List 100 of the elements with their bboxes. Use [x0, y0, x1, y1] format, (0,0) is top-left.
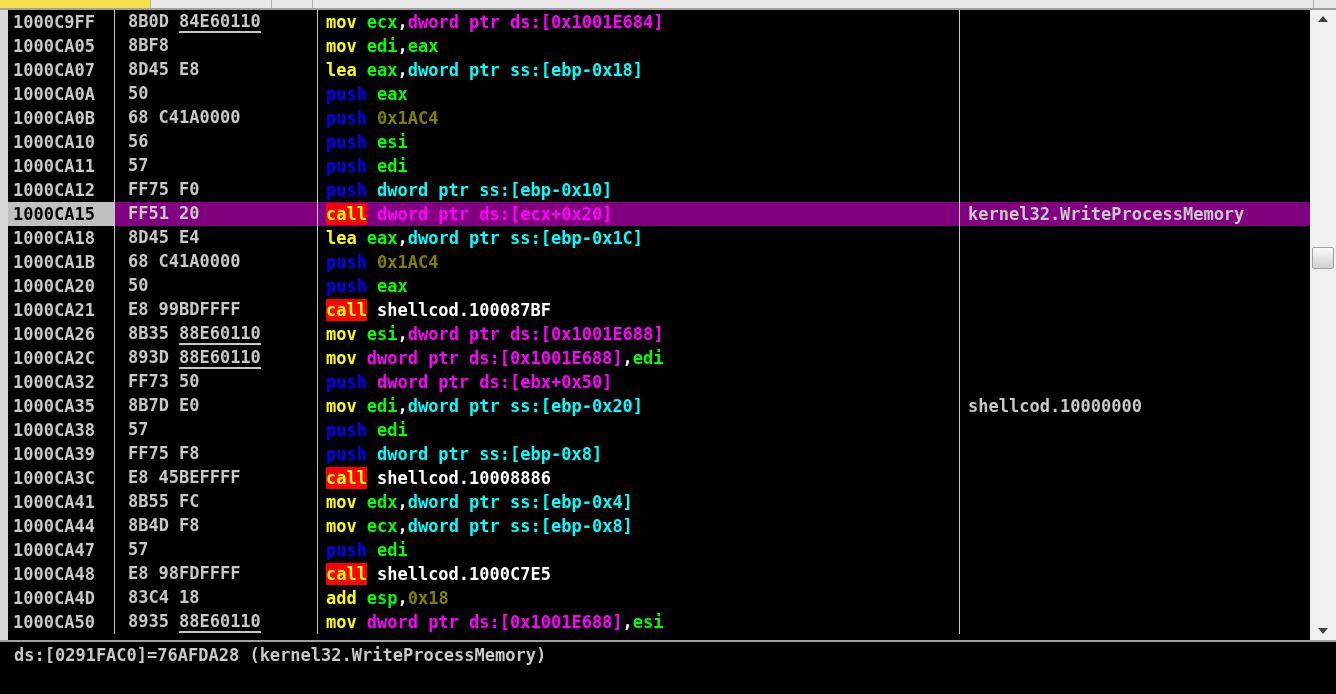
mnemonic: push [326, 275, 367, 297]
operand: , [397, 516, 408, 536]
mnemonic: push [326, 419, 367, 441]
address-text: 1000CA0B [13, 108, 95, 128]
hex-bytes: 57 [128, 419, 149, 441]
mnemonic: add [326, 587, 357, 609]
disassembly-row[interactable]: 1000CA18 8D45 E4 lea eax,dword ptr ss:[ebp-0x1C] [8, 226, 1310, 250]
operand: edi [632, 348, 664, 368]
hex-bytes: 98FDFFFF [158, 563, 241, 585]
scroll-up-icon[interactable] [1318, 16, 1328, 22]
operand: shellcod.10008886 [376, 468, 551, 488]
address-text: 1000CA1B [13, 252, 95, 272]
disassembly-row[interactable]: 1000CA4D 83C4 18 add esp,0x18 [8, 586, 1310, 610]
disassembly-row[interactable]: 1000CA0A 50 push eax [8, 82, 1310, 106]
disassembly-row[interactable]: 1000CA15 FF51 20 call dword ptr ds:[ecx+0x20] kernel32.WriteProcessMemory [8, 202, 1310, 226]
operand: , [397, 324, 408, 344]
operand: , [397, 588, 408, 608]
disassembly-row[interactable]: 1000CA11 57 push edi [8, 154, 1310, 178]
operand: 0x18 [407, 588, 449, 608]
info-text: ds:[0291FAC0]=76AFDA28 (kernel32.WriteProcessMemory) [14, 645, 547, 665]
disassembly-row[interactable]: 1000CA35 8B7D E0 mov edi,dword ptr ss:[ebp-0x20] shellcod.10000000 [8, 394, 1310, 418]
disassembly-row[interactable]: 1000CA48 E8 98FDFFFF call shellcod.1000C7E5 [8, 562, 1310, 586]
address-text: 1000CA10 [13, 132, 95, 152]
disassembly-row[interactable]: 1000CA05 8BF8 mov edi,eax [8, 34, 1310, 58]
hex-bytes: FF75 [128, 443, 169, 465]
operand: , [397, 228, 408, 248]
operand: dword ptr ds:[0x1001E684] [407, 12, 664, 32]
mnemonic: lea [326, 227, 357, 249]
mnemonic: mov [326, 347, 357, 369]
disassembly-row[interactable]: 1000CA41 8B55 FC mov edx,dword ptr ss:[ebp-0x4] [8, 490, 1310, 514]
disassembly-row[interactable]: 1000CA3C E8 45BEFFFF call shellcod.10008886 [8, 466, 1310, 490]
disassembly-row[interactable]: 1000CA0B 68 C41A0000 push 0x1AC4 [8, 106, 1310, 130]
disassembly-row[interactable]: 1000CA10 56 push esi [8, 130, 1310, 154]
operand: dword ptr ds:[ecx+0x20] [376, 204, 613, 224]
disassembly-row[interactable]: 1000CA2C 893D 88E60110 mov dword ptr ds:[0x1001E688],edi [8, 346, 1310, 370]
disassembly-row[interactable]: 1000CA20 50 push eax [8, 274, 1310, 298]
mnemonic: call [326, 563, 367, 585]
comment-text: kernel32.WriteProcessMemory [968, 204, 1245, 224]
disassembly-row[interactable]: 1000CA44 8B4D F8 mov ecx,dword ptr ss:[ebp-0x8] [8, 514, 1310, 538]
mnemonic: push [326, 443, 367, 465]
address-text: 1000CA2C [13, 348, 95, 368]
operand: edx [366, 492, 398, 512]
operand: edi [376, 540, 408, 560]
address-text: 1000CA41 [13, 492, 95, 512]
operand: dword ptr ss:[ebp-0x1C] [407, 228, 644, 248]
scroll-down-icon[interactable] [1318, 628, 1328, 634]
disassembly-row[interactable]: 1000CA50 8935 88E60110 mov dword ptr ds:[0x1001E688],esi [8, 610, 1310, 634]
hex-bytes: 18 [178, 587, 200, 609]
disassembly-row[interactable]: 1000C9FF 8B0D 84E60110 mov ecx,dword ptr ds:[0x1001E684] [8, 10, 1310, 34]
operand: dword ptr ds:[0x1001E688] [366, 348, 623, 368]
address-text: 1000CA21 [13, 300, 95, 320]
operand: eax [376, 84, 408, 104]
mnemonic: mov [326, 35, 357, 57]
hex-bytes: E8 [128, 563, 149, 585]
address-text: 1000CA32 [13, 372, 95, 392]
hex-bytes: FF73 [128, 371, 169, 393]
hex-bytes: 8D45 [128, 227, 169, 249]
mnemonic: mov [326, 515, 357, 537]
operand: , [397, 36, 408, 56]
disassembly-row[interactable]: 1000CA1B 68 C41A0000 push 0x1AC4 [8, 250, 1310, 274]
disassembly-row[interactable]: 1000CA21 E8 99BDFFFF call shellcod.100087BF [8, 298, 1310, 322]
operand: , [397, 492, 408, 512]
hex-bytes: E8 [128, 299, 149, 321]
operand: dword ptr ss:[ebp-0x8] [376, 444, 603, 464]
disassembly-row[interactable]: 1000CA39 FF75 F8 push dword ptr ss:[ebp-0x8] [8, 442, 1310, 466]
disassembly-row[interactable]: 1000CA47 57 push edi [8, 538, 1310, 562]
operand: dword ptr ds:[ebx+0x50] [376, 372, 613, 392]
operand: ecx [366, 516, 398, 536]
hex-bytes: C41A0000 [158, 251, 241, 273]
mnemonic: push [326, 107, 367, 129]
mnemonic: call [326, 299, 367, 321]
hex-bytes: 84E60110 [178, 11, 261, 33]
operand: esi [376, 132, 408, 152]
disassembly-row[interactable]: 1000CA26 8B35 88E60110 mov esi,dword ptr ds:[0x1001E688] [8, 322, 1310, 346]
hex-bytes: FF75 [128, 179, 169, 201]
hex-bytes: F8 [178, 515, 200, 537]
disassembly-row[interactable]: 1000CA32 FF73 50 push dword ptr ds:[ebx+0x50] [8, 370, 1310, 394]
address-text: 1000CA3C [13, 468, 95, 488]
operand: eax [407, 36, 439, 56]
operand: , [397, 60, 408, 80]
mnemonic: mov [326, 11, 357, 33]
hex-bytes: F0 [178, 179, 200, 201]
scroll-thumb[interactable] [1312, 246, 1334, 269]
hex-bytes: 50 [178, 371, 200, 393]
disassembly-row[interactable]: 1000CA38 57 push edi [8, 418, 1310, 442]
operand: dword ptr ss:[ebp-0x4] [407, 492, 633, 512]
address-text: 1000CA4D [13, 588, 95, 608]
address-text: 1000CA26 [13, 324, 95, 344]
column-header[interactable] [0, 0, 151, 8]
address-text: 1000CA15 [13, 204, 95, 224]
disassembly-row[interactable]: 1000CA07 8D45 E8 lea eax,dword ptr ss:[ebp-0x18] [8, 58, 1310, 82]
operand: eax [376, 276, 408, 296]
address-text: 1000CA05 [13, 36, 95, 56]
hex-bytes: FF51 [128, 203, 169, 225]
address-text: 1000CA50 [13, 612, 95, 632]
hex-bytes: C41A0000 [158, 107, 241, 129]
address-text: 1000CA48 [13, 564, 95, 584]
operand: dword ptr ss:[ebp-0x18] [407, 60, 644, 80]
operand: shellcod.100087BF [376, 300, 551, 320]
hex-bytes: 8B4D [128, 515, 169, 537]
